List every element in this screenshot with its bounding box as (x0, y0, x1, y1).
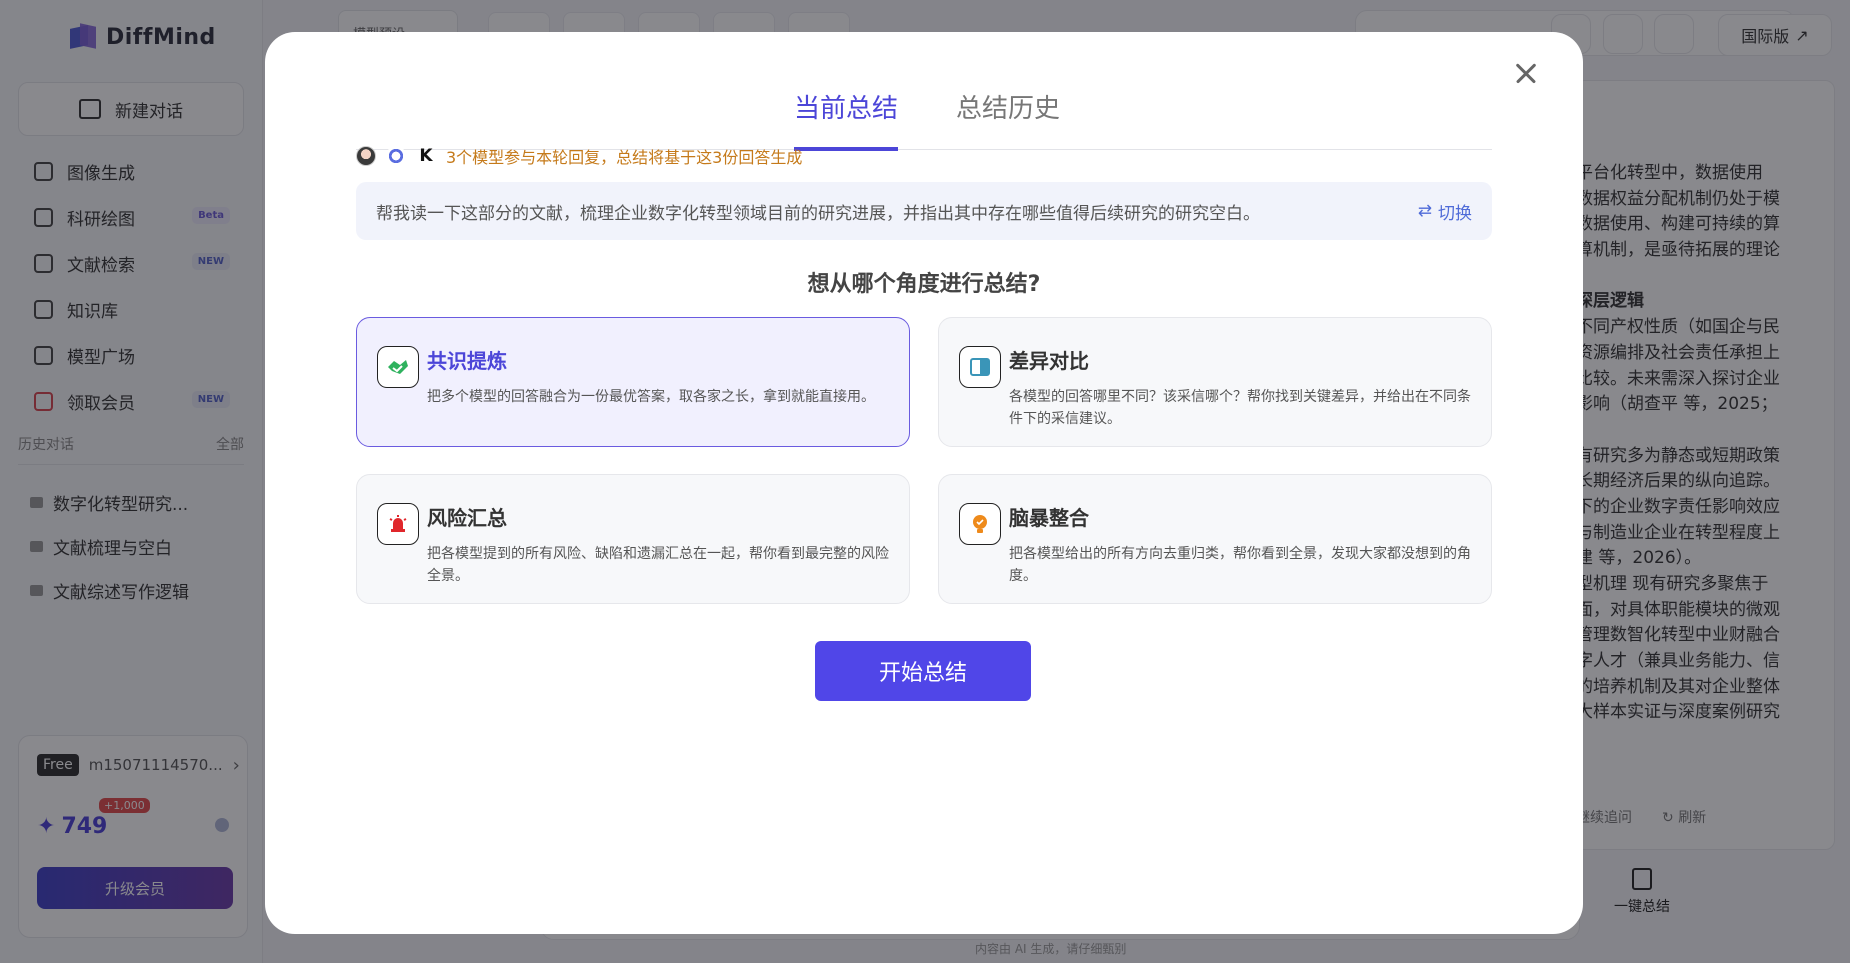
start-summary-button[interactable]: 开始总结 (815, 641, 1031, 701)
option-brainstorm[interactable]: 脑暴整合 把各模型给出的所有方向去重归类，帮你看到全景，发现大家都没想到的角度。 (938, 474, 1492, 604)
option-desc: 把多个模型的回答融合为一份最优答案，取各家之长，拿到就能直接用。 (427, 389, 875, 405)
option-consensus[interactable]: 共识提炼 把多个模型的回答融合为一份最优答案，取各家之长，拿到就能直接用。 (356, 317, 910, 447)
tab-current-summary[interactable]: 当前总结 (794, 88, 899, 151)
model-avatar-icon (356, 146, 376, 166)
models-info: K 3个模型参与本轮回复，总结将基于这3份回答生成 (356, 144, 802, 168)
switch-button[interactable]: ⇄ 切换 (1418, 199, 1472, 224)
lightbulb-icon (959, 503, 1001, 545)
option-difference[interactable]: 差异对比 各模型的回答哪里不同？该采信哪个？帮你找到关键差异，并给出在不同条件下… (938, 317, 1492, 447)
option-desc: 把各模型提到的所有风险、缺陷和遗漏汇总在一起，帮你看到最完整的风险全景。 (427, 546, 889, 584)
option-title: 共识提炼 (427, 349, 507, 373)
handshake-icon (377, 346, 419, 388)
prompt-text: 帮我读一下这部分的文献，梳理企业数字化转型领域目前的研究进展，并指出其中存在哪些… (376, 203, 1260, 224)
model-avatar-icon: K (419, 146, 433, 166)
summary-modal: 当前总结 总结历史 K 3个模型参与本轮回复，总结将基于这3份回答生成 帮我读一… (265, 32, 1583, 934)
option-title: 风险汇总 (427, 506, 507, 530)
models-note: 3个模型参与本轮回复，总结将基于这3份回答生成 (446, 148, 803, 167)
modal-tabs: 当前总结 总结历史 (356, 62, 1492, 151)
option-desc: 把各模型给出的所有方向去重归类，帮你看到全景，发现大家都没想到的角度。 (1009, 546, 1471, 584)
option-desc: 各模型的回答哪里不同？该采信哪个？帮你找到关键差异，并给出在不同条件下的采信建议… (1009, 389, 1471, 427)
option-title: 差异对比 (1009, 349, 1089, 373)
switch-label: 切换 (1438, 203, 1472, 224)
compare-icon (959, 346, 1001, 388)
alarm-icon (377, 503, 419, 545)
option-risk[interactable]: 风险汇总 把各模型提到的所有风险、缺陷和遗漏汇总在一起，帮你看到最完整的风险全景… (356, 474, 910, 604)
angle-question: 想从哪个角度进行总结? (807, 272, 1041, 297)
option-title: 脑暴整合 (1009, 506, 1089, 530)
tab-summary-history[interactable]: 总结历史 (956, 88, 1060, 147)
swap-icon: ⇄ (1417, 201, 1432, 221)
model-avatar-icon (386, 146, 406, 166)
prompt-preview: 帮我读一下这部分的文献，梳理企业数字化转型领域目前的研究进展，并指出其中存在哪些… (356, 182, 1492, 240)
close-icon[interactable] (1509, 56, 1543, 90)
